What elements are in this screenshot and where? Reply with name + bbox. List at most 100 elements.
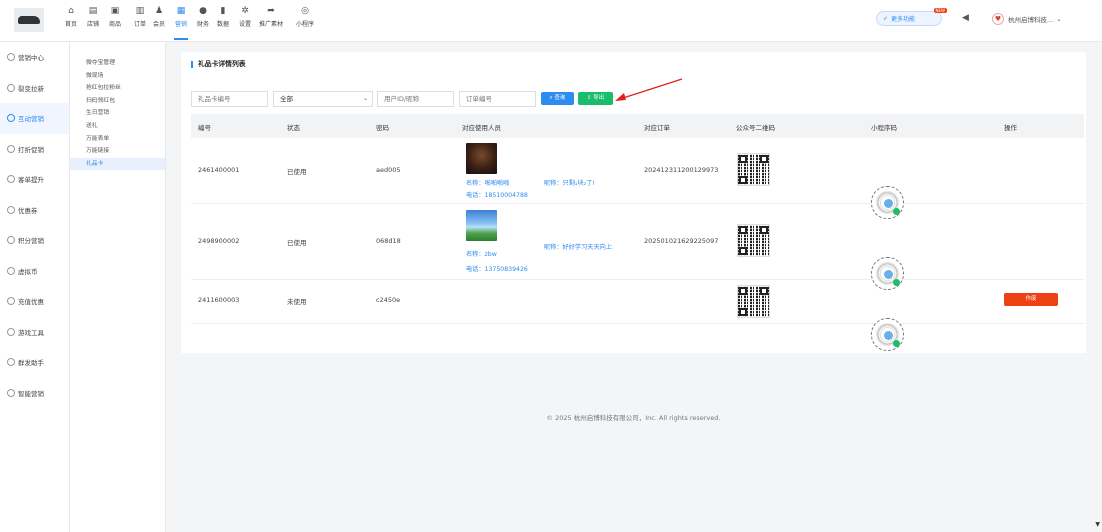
table-row: 2411600003 未使用 c2450e 作废: [191, 280, 1084, 351]
user-id-input[interactable]: [377, 91, 454, 107]
submenu-item[interactable]: 万能链接: [70, 145, 165, 158]
user-name: 名称：zbw: [466, 251, 497, 258]
nav-item-label: 会员: [152, 21, 165, 28]
status-select[interactable]: 全部 ⌄: [273, 91, 373, 107]
car-icon: [18, 16, 40, 24]
column-header: 公众号二维码: [736, 124, 775, 132]
sidebar-item[interactable]: 游戏工具: [0, 317, 69, 348]
scroll-down-icon[interactable]: ▼: [1095, 521, 1100, 528]
sidebar-item[interactable]: 优惠券: [0, 195, 69, 226]
sidebar-item[interactable]: 群发助手: [0, 347, 69, 378]
card-password: aed005: [376, 166, 401, 174]
member-icon: ♟: [154, 6, 164, 16]
sidebar-item-label: 游戏工具: [18, 328, 44, 337]
card-status: 未使用: [287, 298, 307, 306]
sidebar-item[interactable]: 虚拟币: [0, 256, 69, 287]
page-title: 礼品卡详情列表: [191, 61, 246, 68]
wechat-qr-code[interactable]: [737, 285, 770, 318]
sidebar-item[interactable]: 打折促销: [0, 134, 69, 165]
nav-item-label: 财务: [196, 21, 209, 28]
card-status: 已使用: [287, 168, 307, 176]
wechat-qr-code[interactable]: [737, 153, 770, 186]
submenu-item[interactable]: 微现场: [70, 70, 165, 83]
chevron-down-icon: ⌄: [362, 95, 368, 102]
nav-item-label: 数据: [216, 21, 229, 28]
nav-item[interactable]: ● 财务: [192, 0, 214, 42]
sidebar-item[interactable]: 互动营销: [0, 103, 69, 134]
shield-icon: ♥: [992, 13, 1004, 25]
submenu-item[interactable]: 扫码领红包: [70, 95, 165, 108]
menu-icon: [7, 83, 15, 92]
wechat-qr-code[interactable]: [737, 224, 770, 257]
user-phone: 电话：18510004788: [466, 192, 528, 199]
company-switcher[interactable]: ♥ 杭州启博科技... ⌄: [992, 10, 1062, 28]
nav-item[interactable]: ⌂ 首页: [60, 0, 82, 42]
nav-item-label: 营销: [174, 21, 187, 28]
sidebar-item-label: 营销中心: [18, 54, 44, 63]
submenu-item[interactable]: 生日营销: [70, 107, 165, 120]
submenu-item[interactable]: 抢红包拉粉丝: [70, 82, 165, 95]
gift-card-table: 编号 状态 密码 对应使用人员 对应订单 公众号二维码 小程序码 操作 2461…: [191, 114, 1084, 351]
card-password: 068d18: [376, 237, 401, 245]
export-button[interactable]: ⇪ 导出: [578, 92, 613, 105]
submenu-item[interactable]: 礼品卡: [70, 157, 165, 171]
marketing-icon: ▦: [176, 6, 186, 16]
nav-item[interactable]: ➦ 推广素材: [256, 0, 286, 42]
user-phone: 电话：13750839426: [466, 266, 528, 273]
search-button-label: 查询: [554, 95, 566, 101]
sidebar-item[interactable]: 积分营销: [0, 225, 69, 256]
nav-item-label: 店铺: [86, 21, 99, 28]
sidebar-item[interactable]: 智能营销: [0, 378, 69, 409]
speaker-icon[interactable]: ◀︎: [962, 13, 969, 23]
user-avatar: [466, 210, 497, 241]
column-header: 编号: [198, 124, 211, 132]
nav-item[interactable]: ♟ 会员: [148, 0, 170, 42]
nav-item-label: 推广素材: [258, 21, 283, 28]
sidebar-item[interactable]: 充值优惠: [0, 286, 69, 317]
nav-item[interactable]: ▮ 数据: [212, 0, 234, 42]
sidebar-item-label: 智能营销: [18, 389, 44, 398]
annotation-arrow: [615, 78, 683, 101]
submenu-item[interactable]: 送礼: [70, 120, 165, 133]
search-button[interactable]: ⌕ 查询: [541, 92, 574, 105]
status-select-value: 全部: [280, 95, 293, 103]
column-header: 对应订单: [644, 124, 670, 132]
submenu-item[interactable]: 万能表单: [70, 133, 165, 146]
table-row: 2461400001 已使用 aed005 名称：啪啪啪啪 昵称：只剩‪₁块₂了…: [191, 138, 1084, 219]
store-logo[interactable]: [14, 8, 44, 32]
user-nickname: 昵称：只剩‪₁块₂了!: [544, 180, 595, 187]
sidebar-item[interactable]: 营销中心: [0, 42, 69, 73]
order-number-input[interactable]: [459, 91, 536, 107]
nav-item[interactable]: ▦ 营销: [170, 0, 192, 42]
nav-item[interactable]: ▤ 店铺: [82, 0, 104, 42]
menu-icon: [7, 266, 15, 275]
store-icon: ▤: [88, 6, 98, 16]
sidebar-item-label: 互动营销: [18, 115, 44, 124]
more-features-button[interactable]: ➶ 更多功能 NEW: [876, 8, 947, 26]
share-icon: ➦: [267, 6, 275, 16]
nav-item[interactable]: ▣ 商品: [104, 0, 126, 42]
sidebar-secondary: 微夺宝管理 微现场 抢红包拉粉丝 扫码领红包 生日营销 送礼 万能表单 万能链接 礼品卡: [70, 42, 166, 532]
menu-icon: [7, 358, 15, 367]
sidebar-item[interactable]: 客单提升: [0, 164, 69, 195]
menu-icon: [7, 236, 15, 245]
nav-item[interactable]: ◎ 小程序: [290, 0, 320, 42]
nav-item-label: 商品: [108, 21, 121, 28]
nav-item-label: 首页: [64, 21, 77, 28]
miniprogram-code[interactable]: [871, 318, 904, 351]
card-id: 2411600003: [198, 296, 240, 304]
data-icon: ▮: [220, 6, 226, 16]
menu-icon: [7, 205, 15, 214]
sidebar-primary: 营销中心裂变拉新互动营销打折促销客单提升优惠券 积分营销虚拟币充值优惠游戏工具群发…: [0, 42, 70, 532]
more-features-label: 更多功能: [891, 16, 916, 23]
nav-item[interactable]: ✲ 设置: [234, 0, 256, 42]
sidebar-item-label: 虚拟币: [18, 267, 38, 276]
user-nickname: 昵称：好好学习天天向上: [544, 244, 613, 251]
sidebar-item[interactable]: 裂变拉新: [0, 73, 69, 104]
order-icon: ▥: [135, 6, 145, 16]
sidebar-item-label: 客单提升: [18, 176, 44, 185]
card-number-input[interactable]: [191, 91, 268, 107]
void-button[interactable]: 作废: [1004, 293, 1058, 306]
submenu-item[interactable]: 微夺宝管理: [70, 57, 165, 70]
column-header: 对应使用人员: [462, 124, 501, 132]
